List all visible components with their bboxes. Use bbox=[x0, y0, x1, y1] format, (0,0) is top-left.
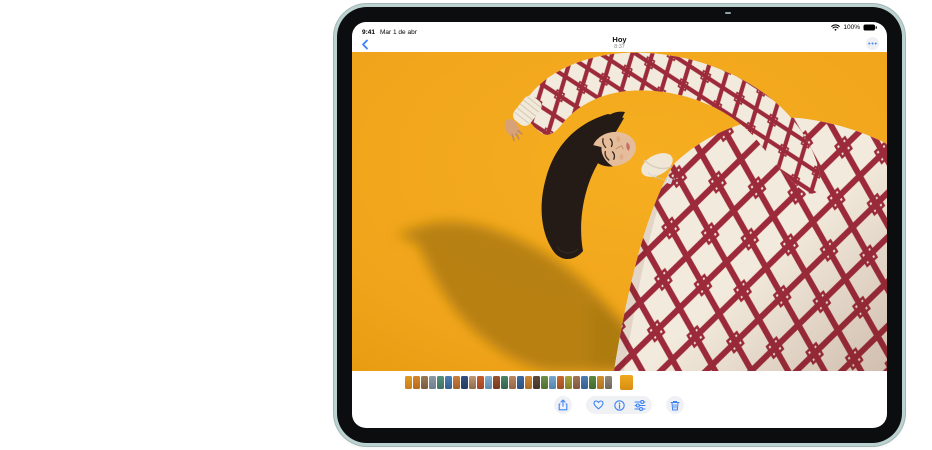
filmstrip-thumbnail[interactable] bbox=[461, 376, 468, 389]
filmstrip-thumbnail[interactable] bbox=[429, 376, 436, 389]
sliders-icon bbox=[634, 400, 646, 411]
info-button[interactable] bbox=[611, 397, 627, 413]
filmstrip-thumbnail[interactable] bbox=[557, 376, 564, 389]
filmstrip-thumbnail[interactable] bbox=[589, 376, 596, 389]
ellipsis-icon bbox=[868, 42, 877, 45]
filmstrip-thumbnail[interactable] bbox=[413, 376, 420, 389]
filmstrip-thumbnail[interactable] bbox=[509, 376, 516, 389]
wifi-icon bbox=[831, 22, 840, 36]
more-button[interactable] bbox=[866, 37, 879, 50]
info-icon bbox=[614, 400, 625, 411]
battery-percent: 100% bbox=[843, 24, 860, 31]
filmstrip-thumbnail[interactable] bbox=[485, 376, 492, 389]
nav-bar: Hoy 8:37 bbox=[352, 36, 887, 52]
ipad-screen: 9:41 Mar 1 de abr 100% bbox=[352, 22, 887, 428]
filmstrip-thumbnail[interactable] bbox=[565, 376, 572, 389]
photo-viewer[interactable] bbox=[352, 52, 887, 371]
delete-button[interactable] bbox=[666, 396, 684, 414]
page-title: Hoy bbox=[352, 36, 887, 44]
filmstrip bbox=[405, 374, 633, 390]
favorite-button[interactable] bbox=[591, 397, 607, 413]
adjust-button[interactable] bbox=[632, 397, 648, 413]
filmstrip-thumbnail[interactable] bbox=[453, 376, 460, 389]
filmstrip-thumbnail[interactable] bbox=[525, 376, 532, 389]
filmstrip-thumbnail[interactable] bbox=[597, 376, 604, 389]
filmstrip-thumbnail[interactable] bbox=[445, 376, 452, 389]
share-icon bbox=[558, 399, 568, 411]
filmstrip-thumbnail-selected[interactable] bbox=[620, 375, 633, 390]
actions-capsule bbox=[586, 396, 652, 414]
filmstrip-thumbnail[interactable] bbox=[581, 376, 588, 389]
heart-icon bbox=[593, 400, 604, 410]
status-date: Mar 1 de abr bbox=[380, 29, 417, 36]
status-bar: 9:41 Mar 1 de abr 100% bbox=[352, 22, 887, 36]
filmstrip-thumbnail[interactable] bbox=[477, 376, 484, 389]
filmstrip-thumbnail[interactable] bbox=[533, 376, 540, 389]
filmstrip-thumbnail[interactable] bbox=[405, 376, 412, 389]
filmstrip-thumbnail[interactable] bbox=[501, 376, 508, 389]
filmstrip-thumbnail[interactable] bbox=[421, 376, 428, 389]
ipad-device: 9:41 Mar 1 de abr 100% bbox=[337, 7, 902, 443]
nav-title-group: Hoy 8:37 bbox=[352, 36, 887, 50]
filmstrip-thumbnail[interactable] bbox=[469, 376, 476, 389]
front-camera bbox=[725, 12, 731, 14]
filmstrip-thumbnail[interactable] bbox=[573, 376, 580, 389]
filmstrip-thumbnail[interactable] bbox=[437, 376, 444, 389]
filmstrip-thumbnail[interactable] bbox=[517, 376, 524, 389]
filmstrip-thumbnail[interactable] bbox=[493, 376, 500, 389]
share-button[interactable] bbox=[554, 396, 572, 414]
bottom-toolbar bbox=[352, 395, 887, 417]
filmstrip-thumbnail[interactable] bbox=[541, 376, 548, 389]
photo-image bbox=[352, 52, 887, 371]
battery-icon bbox=[863, 22, 877, 36]
filmstrip-thumbnail[interactable] bbox=[549, 376, 556, 389]
trash-icon bbox=[670, 400, 680, 411]
page-subtitle: 8:37 bbox=[352, 44, 887, 50]
status-time: 9:41 bbox=[362, 29, 375, 36]
filmstrip-thumbnail[interactable] bbox=[605, 376, 612, 389]
